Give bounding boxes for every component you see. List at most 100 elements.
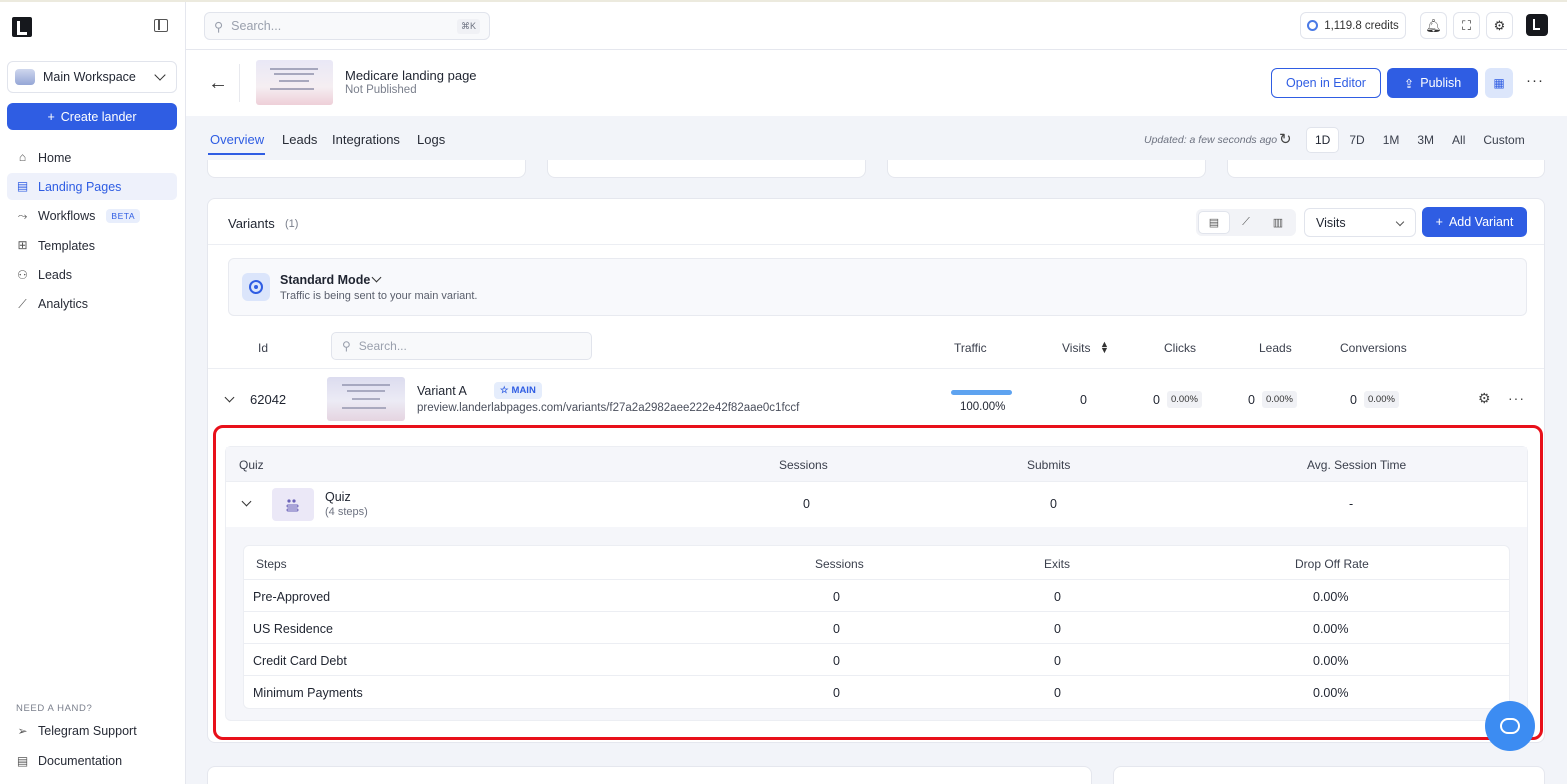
workspace-selector[interactable]: Main Workspace [7, 61, 177, 93]
notifications-button[interactable]: 🔔︎ [1420, 12, 1447, 39]
column-steps: Steps [256, 557, 287, 571]
steps-table-header: Steps Sessions Exits Drop Off Rate [244, 546, 1509, 580]
account-avatar[interactable] [1526, 14, 1548, 36]
create-lander-button[interactable]: + Create lander [7, 103, 177, 130]
credits-label: 1,119.8 credits [1324, 19, 1399, 32]
variant-url[interactable]: preview.landerlabpages.com/variants/f27a… [417, 402, 799, 414]
view-toggle: ▤ ⟋ ▥ [1196, 209, 1296, 236]
sidebar-item-workflows[interactable]: ⤳ Workflows BETA [7, 203, 177, 230]
stat-card [1227, 160, 1545, 178]
conversions-value: 0 [1350, 393, 1357, 407]
chat-support-button[interactable] [1485, 701, 1535, 751]
search-icon: ⚲ [214, 19, 224, 34]
quiz-table-header: Quiz Sessions Submits Avg. Session Time [226, 447, 1527, 482]
chevron-down-icon[interactable] [241, 496, 252, 507]
sidebar-item-landing-pages[interactable]: ▤ Landing Pages [7, 173, 177, 201]
sidebar-nav: ⌂ Home ▤ Landing Pages ⤳ Workflows BETA … [7, 144, 177, 320]
column-visits[interactable]: Visits [1062, 341, 1090, 355]
variant-search-input[interactable]: ⚲ Search... [331, 332, 592, 360]
variants-table-header: Id ⚲ Search... Traffic Visits ▲ ▼ Clicks … [208, 329, 1544, 369]
quiz-row[interactable]: Quiz (4 steps) 0 0 - [226, 482, 1527, 527]
table-view-icon[interactable]: ▤ [1198, 211, 1230, 234]
home-icon: ⌂ [18, 150, 27, 164]
quiz-submits: 0 [1050, 497, 1057, 511]
tab-overview[interactable]: Overview [210, 132, 264, 147]
credits-badge[interactable]: 1,119.8 credits [1300, 12, 1406, 39]
variant-thumbnail [327, 377, 405, 421]
step-drop-rate: 0.00% [1313, 686, 1349, 700]
tab-leads[interactable]: Leads [282, 132, 317, 147]
quiz-sessions: 0 [803, 497, 810, 511]
chat-icon [1500, 718, 1520, 734]
variant-row[interactable]: 62042 Variant A ☆ MAIN preview.landerlab… [208, 371, 1544, 427]
add-variant-button[interactable]: + Add Variant [1422, 207, 1527, 237]
quiz-avg-session-time: - [1349, 497, 1354, 511]
page-header: ← Medicare landing page Not Published Op… [186, 50, 1567, 116]
settings-button[interactable]: ⚙ [1486, 12, 1513, 39]
gift-button[interactable]: ⛶ [1453, 12, 1480, 39]
sidebar-item-analytics[interactable]: ⟋ Analytics [7, 291, 177, 318]
range-7d[interactable]: 7D [1341, 128, 1372, 152]
tab-integrations[interactable]: Integrations [332, 132, 400, 147]
quiz-panel: Quiz Sessions Submits Avg. Session Time … [225, 446, 1528, 721]
help-item-label: Telegram Support [38, 724, 137, 738]
column-exits: Exits [1044, 557, 1071, 571]
column-id: Id [258, 341, 269, 355]
chevron-down-icon[interactable] [224, 392, 235, 403]
publish-status: Not Published [345, 84, 417, 96]
gear-icon: ⚙ [1493, 17, 1506, 33]
document-icon: ▤ [16, 179, 29, 194]
clicks-pct: 0.00% [1167, 391, 1202, 408]
qr-code-button[interactable]: ▦ [1485, 68, 1513, 98]
variant-id: 62042 [250, 392, 287, 407]
metric-select[interactable]: Visits [1304, 208, 1416, 237]
sort-icon[interactable]: ▲ ▼ [1100, 340, 1109, 355]
gear-icon[interactable]: ⚙ [1478, 390, 1491, 407]
mode-description: Traffic is being sent to your main varia… [280, 290, 478, 302]
line-chart-icon[interactable]: ⟋ [1230, 211, 1262, 234]
column-quiz: Quiz [239, 458, 264, 472]
refresh-icon[interactable]: ↻ [1279, 130, 1292, 148]
quiz-steps-count: (4 steps) [325, 506, 368, 518]
create-lander-label: Create lander [60, 109, 137, 124]
help-item-label: Documentation [38, 754, 123, 768]
documentation-link[interactable]: ▤ Documentation [16, 754, 122, 768]
users-icon: ⚇ [17, 267, 28, 282]
more-options-icon[interactable]: ··· [1526, 72, 1544, 89]
sidebar-item-label: Leads [38, 268, 73, 283]
sidebar-toggle-icon[interactable] [154, 19, 168, 32]
updated-timestamp: Updated: a few seconds ago [1144, 134, 1278, 146]
global-search-input[interactable]: ⚲ Search... ⌘K [204, 12, 490, 40]
column-leads: Leads [1259, 341, 1292, 355]
date-range-selector: 1D 7D 1M 3M All Custom [1306, 127, 1535, 153]
more-options-icon[interactable]: ··· [1508, 390, 1525, 406]
tabs-row: Overview Leads Integrations Logs Updated… [186, 116, 1567, 158]
tab-logs[interactable]: Logs [417, 132, 445, 147]
sidebar-item-home[interactable]: ⌂ Home [7, 144, 177, 171]
range-1m[interactable]: 1M [1375, 128, 1408, 152]
range-3m[interactable]: 3M [1409, 128, 1442, 152]
quiz-name: Quiz [325, 490, 351, 504]
sidebar-item-templates[interactable]: ⊞ Templates [7, 232, 177, 259]
top-header: ⚲ Search... ⌘K 1,119.8 credits 🔔︎ ⛶ ⚙ [186, 2, 1567, 50]
publish-button[interactable]: ⇪ Publish [1387, 68, 1478, 98]
range-1d[interactable]: 1D [1306, 127, 1340, 153]
open-in-editor-button[interactable]: Open in Editor [1271, 68, 1381, 98]
sidebar: Main Workspace + Create lander ⌂ Home ▤ … [0, 2, 186, 784]
qr-code-icon: ▦ [1493, 76, 1505, 90]
range-custom[interactable]: Custom [1475, 128, 1532, 152]
document-icon: ▤ [16, 753, 29, 768]
chevron-down-icon [1395, 217, 1405, 227]
main-badge: ☆ MAIN [494, 382, 542, 399]
traffic-mode-box[interactable]: Standard Mode Traffic is being sent to y… [228, 258, 1527, 316]
back-arrow-icon[interactable]: ← [208, 72, 228, 95]
range-all[interactable]: All [1444, 128, 1473, 152]
column-submits: Submits [1027, 458, 1071, 472]
publish-label: Publish [1420, 76, 1462, 90]
bottom-card [1113, 766, 1545, 784]
app-logo-icon[interactable] [12, 17, 32, 37]
bar-chart-icon[interactable]: ▥ [1262, 211, 1294, 234]
sidebar-item-leads[interactable]: ⚇ Leads [7, 262, 177, 289]
telegram-support-link[interactable]: ➢ Telegram Support [16, 724, 137, 738]
step-drop-rate: 0.00% [1313, 622, 1349, 636]
